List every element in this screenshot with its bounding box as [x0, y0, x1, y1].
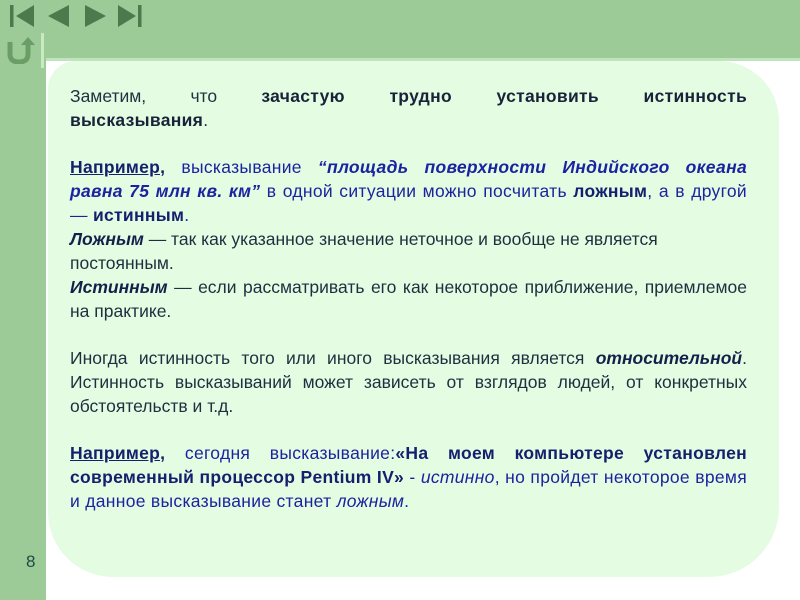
- example-paragraph-1: Например, высказывание “площадь поверхно…: [70, 155, 747, 227]
- left-strip: [0, 0, 46, 600]
- first-slide-button[interactable]: [9, 4, 45, 28]
- example-label: Например,: [70, 157, 166, 177]
- text: в одной ситуации можно посчитать: [260, 181, 574, 201]
- last-slide-button[interactable]: [117, 4, 153, 28]
- text: -: [404, 467, 421, 487]
- triangle-right-icon: [85, 5, 106, 27]
- false-explanation: Ложным — так как указанное значение нето…: [70, 227, 747, 275]
- return-button[interactable]: [7, 36, 37, 65]
- example-label: Например,: [70, 443, 166, 463]
- return-arrow-icon: [7, 37, 35, 65]
- text: .: [203, 110, 209, 130]
- example-paragraph-2: Например, сегодня высказывание:«На моем …: [70, 441, 747, 513]
- relative-term: относительной: [595, 348, 743, 368]
- text: сегодня высказывание:: [165, 443, 396, 463]
- text: высказывание: [165, 157, 318, 177]
- divider: [41, 33, 44, 68]
- text: Иногда истинность того или иного высказы…: [70, 348, 596, 368]
- text: — так как указанное значение неточное и …: [70, 229, 658, 273]
- true-word: истинно: [420, 467, 495, 487]
- next-slide-button[interactable]: [81, 4, 117, 28]
- skip-forward-icon: [118, 5, 142, 27]
- slide-number: 8: [26, 552, 36, 571]
- false-word: ложным: [336, 491, 405, 511]
- text: .: [404, 491, 410, 511]
- skip-back-icon: [10, 5, 34, 27]
- text: .: [184, 205, 190, 225]
- text: — если рассматривать его как некоторое п…: [70, 277, 747, 321]
- true-term: Истинным: [70, 277, 168, 297]
- true-explanation: Истинным — если рассматривать его как не…: [70, 275, 747, 323]
- true-word: истинным: [92, 205, 185, 225]
- relativity-paragraph: Иногда истинность того или иного высказы…: [70, 346, 747, 418]
- false-word: ложным: [573, 181, 648, 201]
- text: Заметим, что: [70, 86, 262, 106]
- triangle-left-icon: [48, 5, 69, 27]
- false-term: Ложным: [70, 229, 144, 249]
- previous-slide-button[interactable]: [45, 4, 81, 28]
- slide-content: Заметим, что зачастую трудно установить …: [70, 84, 747, 513]
- slide-navigation: [9, 4, 153, 28]
- intro-paragraph: Заметим, что зачастую трудно установить …: [70, 84, 747, 132]
